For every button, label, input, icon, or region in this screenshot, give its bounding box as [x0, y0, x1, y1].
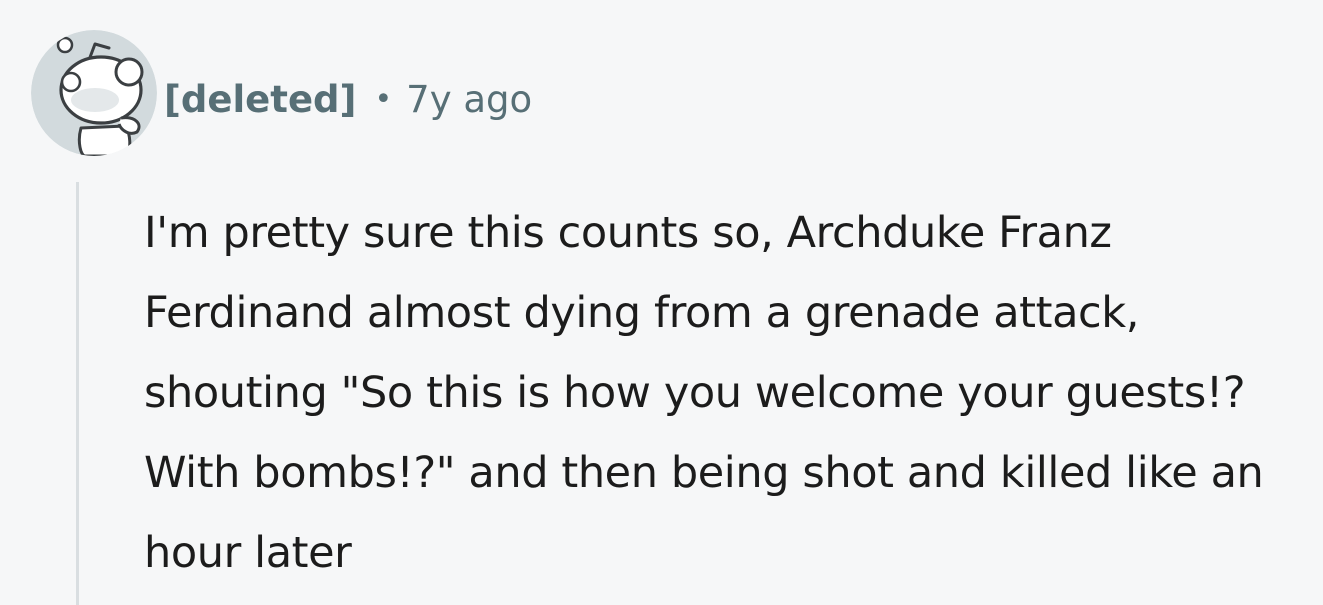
comment-timestamp[interactable]: 7y ago: [406, 72, 532, 128]
thread-line[interactable]: [76, 182, 79, 605]
comment-body: I'm pretty sure this counts so, Archduke…: [144, 208, 1264, 578]
snoo-avatar-icon: [31, 30, 157, 156]
meta-separator: •: [374, 82, 393, 117]
avatar[interactable]: [31, 30, 157, 156]
author-name[interactable]: [deleted]: [164, 72, 356, 128]
comment-meta: [deleted] • 7y ago: [164, 72, 532, 128]
comment: [deleted] • 7y ago I'm pretty sure this …: [0, 0, 1323, 605]
